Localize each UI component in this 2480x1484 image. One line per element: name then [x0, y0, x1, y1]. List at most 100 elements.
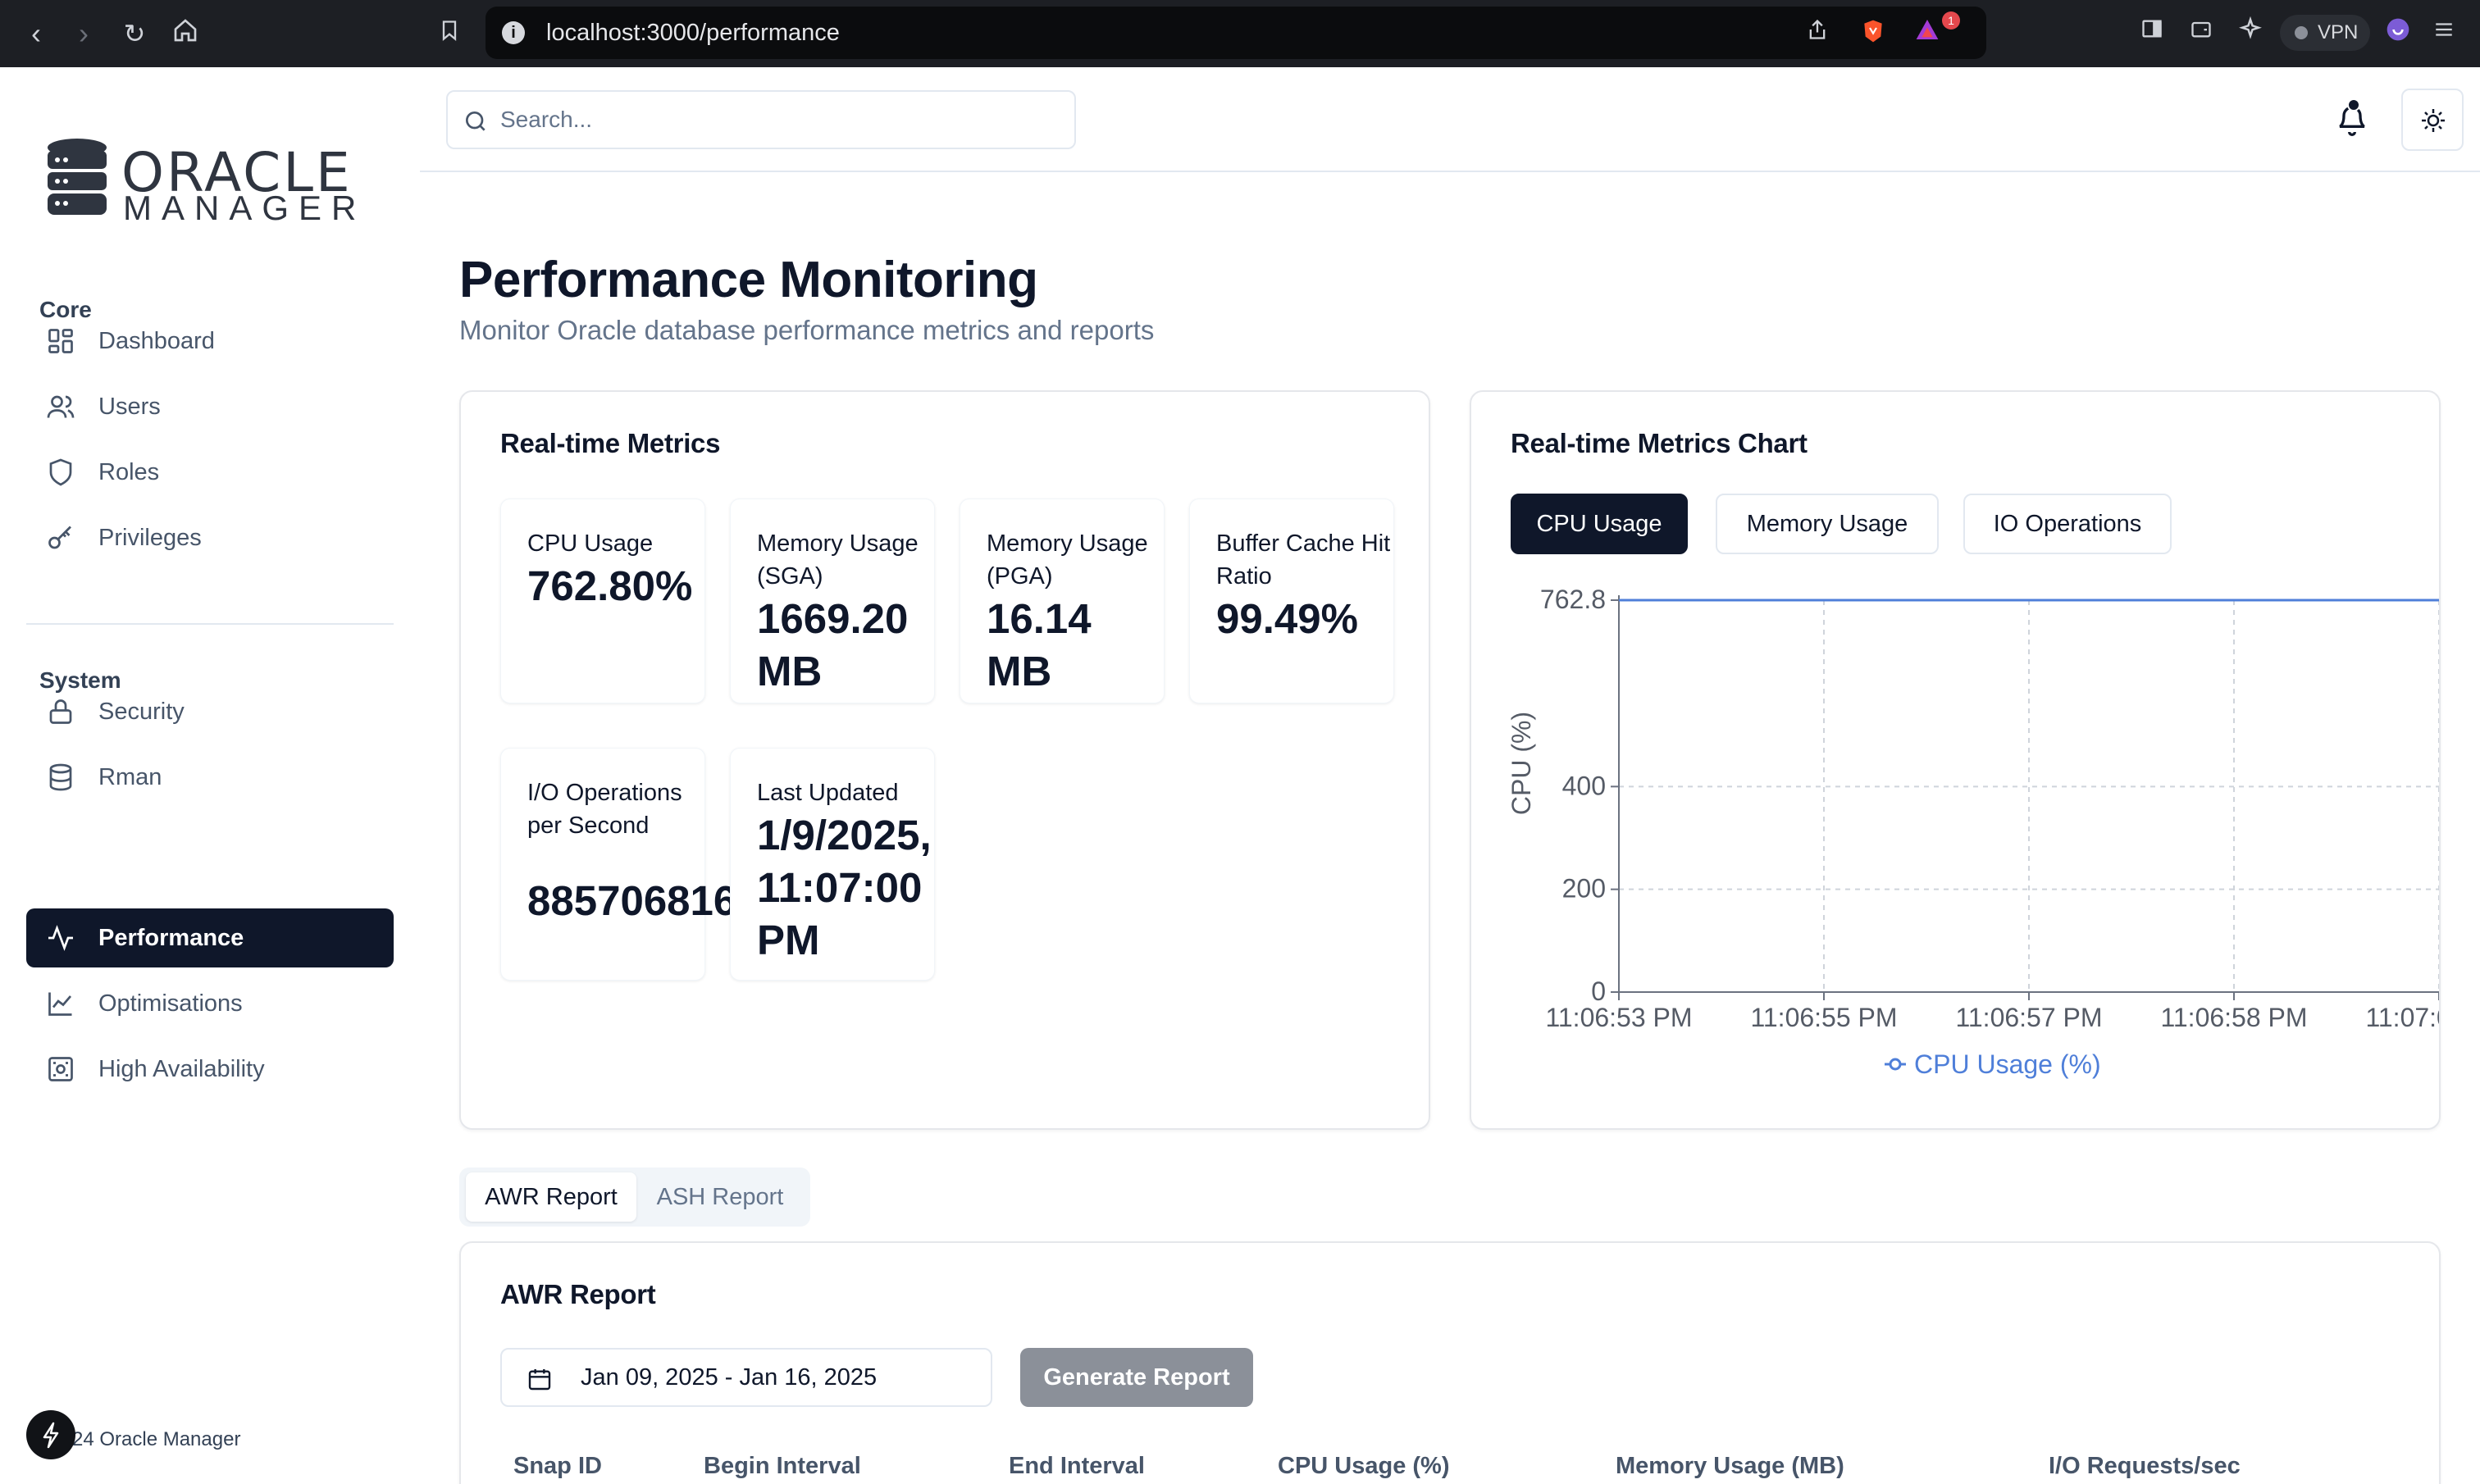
column-header-snap-id[interactable]: Snap ID — [513, 1453, 602, 1480]
sidebar-item-label: Rman — [98, 764, 162, 790]
tab-awr-report[interactable]: AWR Report — [466, 1172, 636, 1222]
x-tick-label: 11:06:58 PM — [2160, 1003, 2307, 1032]
sidebar-item-label: Privileges — [98, 525, 202, 551]
sidebar-item-roles[interactable]: Roles — [26, 443, 394, 502]
sidebar-item-optimisations[interactable]: Optimisations — [26, 974, 394, 1033]
x-tick-label: 11:06:57 PM — [1955, 1003, 2102, 1032]
sidebar-item-dashboard[interactable]: Dashboard — [26, 312, 394, 371]
metric-label: Memory Usage (PGA) — [987, 530, 1148, 590]
brave-rewards-icon[interactable] — [1911, 16, 1944, 49]
search-input[interactable] — [500, 92, 1058, 148]
metric-label: Last Updated — [757, 780, 899, 806]
sidebar-item-security[interactable]: Security — [26, 682, 394, 741]
shield-icon — [49, 458, 72, 486]
metric-memory-pga: Memory Usage (PGA) 16.14 MB — [960, 498, 1165, 703]
sidebar-item-privileges[interactable]: Privileges — [26, 508, 394, 567]
server-icon — [48, 1057, 73, 1081]
awr-report-card: AWR Report Jan 09, 2025 - Jan 16, 2025 G… — [459, 1241, 2441, 1484]
y-axis-title: CPU (%) — [1507, 712, 1536, 815]
column-header-cpu-usage[interactable]: CPU Usage (%) — [1278, 1453, 1450, 1480]
date-range-picker[interactable]: Jan 09, 2025 - Jan 16, 2025 — [500, 1348, 992, 1407]
database-logo-icon — [48, 139, 107, 215]
sidebar-item-rman[interactable]: Rman — [26, 748, 394, 807]
tab-ash-report[interactable]: ASH Report — [638, 1172, 802, 1222]
realtime-chart-card: Real-time Metrics Chart CPU Usage Memory… — [1470, 390, 2441, 1130]
bookmark-icon[interactable] — [431, 16, 467, 52]
card-title: Real-time Metrics — [500, 428, 721, 458]
lock-icon — [49, 699, 72, 724]
database-icon — [49, 763, 72, 791]
site-info-icon[interactable]: i — [502, 21, 525, 44]
column-header-memory-usage[interactable]: Memory Usage (MB) — [1616, 1453, 1844, 1480]
sidebar-item-label: Dashboard — [98, 328, 215, 354]
wallet-icon[interactable] — [2185, 16, 2218, 49]
sidebar: ORACLE MANAGER Core Dashboard Users Role… — [0, 67, 420, 1484]
metric-value: 885706816 — [527, 877, 737, 924]
line-chart-icon — [48, 992, 72, 1016]
sidebar-item-label: Optimisations — [98, 990, 243, 1017]
metric-value: 1/9/2025, 11:07:00 PM — [757, 812, 932, 963]
legend-label: CPU Usage (%) — [1914, 1049, 2101, 1079]
reload-icon[interactable]: ↻ — [116, 16, 153, 52]
lightning-icon — [43, 1422, 59, 1449]
menu-icon[interactable] — [2428, 16, 2460, 49]
rewards-count-badge: 1 — [1942, 11, 1960, 30]
url-text[interactable]: localhost:3000/performance — [546, 20, 840, 47]
sidebar-item-label: Roles — [98, 459, 160, 485]
y-tick-label: 400 — [1562, 771, 1606, 800]
top-header — [420, 67, 2480, 172]
browser-toolbar: ‹ › ↻ i localhost:3000/performance 1 VPN — [0, 0, 2480, 67]
y-tick-label: 0 — [1591, 976, 1606, 1006]
sidebar-item-users[interactable]: Users — [26, 377, 394, 436]
profile-avatar-icon[interactable] — [2382, 16, 2414, 49]
sidebar-item-high-availability[interactable]: High Availability — [26, 1040, 394, 1099]
metric-label: Memory Usage (SGA) — [757, 530, 919, 590]
metric-last-updated: Last Updated 1/9/2025, 11:07:00 PM — [730, 748, 935, 981]
forward-icon[interactable]: › — [66, 16, 102, 52]
quick-action-button[interactable] — [26, 1410, 75, 1459]
vpn-button[interactable]: VPN — [2280, 15, 2370, 51]
logo-subtitle: MANAGER — [123, 189, 367, 227]
users-icon — [47, 395, 75, 418]
address-bar[interactable]: i localhost:3000/performance — [486, 7, 1986, 59]
legend-marker-icon — [1889, 1058, 1902, 1071]
metric-label: CPU Usage — [527, 530, 654, 557]
sidebar-toggle-icon[interactable] — [2136, 16, 2168, 49]
sidebar-footer: 24 Oracle Manager — [72, 1428, 241, 1450]
sun-icon — [2422, 109, 2445, 132]
column-header-io-requests[interactable]: I/O Requests/sec — [2049, 1453, 2241, 1480]
metric-io-operations: I/O Operations per Second 885706816 — [500, 748, 736, 981]
metric-label: Buffer Cache Hit Ratio — [1216, 530, 1391, 590]
column-header-end-interval[interactable]: End Interval — [1009, 1453, 1145, 1480]
share-icon[interactable] — [1801, 16, 1834, 49]
sidebar-item-label: Security — [98, 699, 185, 725]
report-tabs: AWR Report ASH Report — [459, 1168, 810, 1227]
metric-buffer-cache-hit-ratio: Buffer Cache Hit Ratio 99.49% — [1189, 498, 1394, 703]
dashboard-icon — [48, 329, 73, 353]
back-icon[interactable]: ‹ — [18, 16, 54, 52]
metric-value: 1669.20 MB — [757, 595, 909, 694]
cpu-usage-chart: 0 200 400 762.8 11:06:53 PM 11:06:55 PM 11:06:… — [1507, 585, 2439, 1079]
search-box[interactable] — [446, 90, 1076, 149]
key-icon — [48, 526, 71, 549]
y-tick-label: 200 — [1562, 874, 1606, 904]
theme-toggle-button[interactable] — [2401, 89, 2464, 151]
sidebar-item-label: Performance — [98, 925, 244, 951]
sidebar-item-label: Users — [98, 394, 161, 420]
x-tick-label: 11:06:55 PM — [1750, 1003, 1897, 1032]
page-title: Performance Monitoring — [459, 252, 1038, 308]
generate-report-button[interactable]: Generate Report — [1020, 1348, 1253, 1407]
notification-dot — [2347, 98, 2360, 112]
metric-value: 99.49% — [1216, 595, 1358, 642]
home-icon[interactable] — [167, 16, 203, 52]
sidebar-item-label: High Availability — [98, 1056, 265, 1082]
sidebar-item-performance[interactable]: Performance — [26, 908, 394, 967]
date-range-value: Jan 09, 2025 - Jan 16, 2025 — [581, 1364, 878, 1391]
leo-ai-icon[interactable] — [2234, 16, 2267, 49]
metric-label: I/O Operations per Second — [527, 780, 682, 839]
page-subtitle: Monitor Oracle database performance metr… — [459, 315, 1155, 345]
metric-value: 762.80% — [527, 562, 693, 609]
column-header-begin-interval[interactable]: Begin Interval — [704, 1453, 861, 1480]
metric-cpu-usage: CPU Usage 762.80% — [500, 498, 705, 703]
brave-shield-icon[interactable] — [1857, 16, 1890, 49]
